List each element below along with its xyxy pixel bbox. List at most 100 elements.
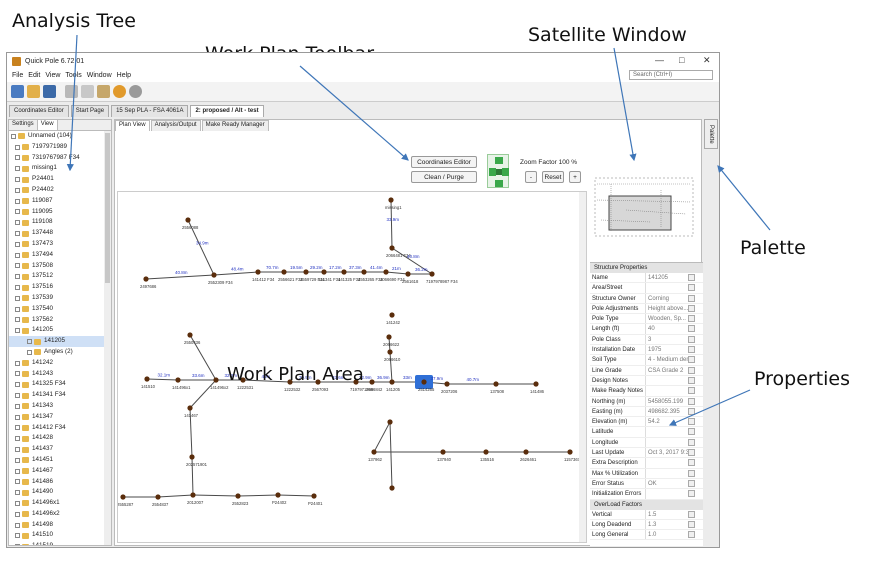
pole-marker[interactable]	[211, 272, 217, 278]
pole-marker[interactable]	[386, 334, 392, 340]
menu-file[interactable]: File	[12, 72, 23, 79]
expand-icon[interactable]	[15, 177, 20, 183]
expand-icon[interactable]	[15, 468, 20, 474]
tree-item[interactable]: 137516	[9, 282, 111, 293]
pole-marker[interactable]	[190, 492, 196, 498]
menu-window[interactable]: Window	[87, 72, 112, 79]
pole-marker[interactable]	[440, 449, 446, 455]
pole-marker[interactable]	[389, 312, 395, 318]
tree-item[interactable]: 141451	[9, 455, 111, 466]
expand-icon[interactable]	[15, 436, 20, 442]
property-row[interactable]: Last Update Oct 3, 2017 9:3...	[590, 448, 703, 459]
expand-icon[interactable]	[15, 317, 20, 323]
tree-item[interactable]: 141412 F34	[9, 423, 111, 434]
new-project-icon[interactable]	[11, 85, 24, 98]
pole-marker[interactable]	[361, 269, 367, 275]
span-line[interactable]	[389, 421, 393, 489]
property-row[interactable]: Pole Class 3	[590, 334, 703, 346]
pole-marker[interactable]	[493, 381, 499, 387]
expand-icon[interactable]	[15, 220, 20, 226]
tree-item[interactable]: 137494	[9, 250, 111, 261]
span-line[interactable]	[277, 494, 315, 497]
structure-properties-header[interactable]: Structure Properties	[590, 263, 703, 273]
property-row[interactable]: Max % Utilization	[590, 468, 703, 479]
pole-marker[interactable]	[144, 376, 150, 382]
property-editor-button[interactable]	[688, 315, 695, 323]
tab-start-page[interactable]: Start Page	[70, 105, 110, 117]
property-row[interactable]: Structure Owner Corning	[590, 293, 703, 304]
expand-icon[interactable]	[15, 285, 20, 291]
tab-coordinates-editor[interactable]: Coordinates Editor	[9, 105, 69, 117]
pole-marker[interactable]	[155, 494, 161, 500]
expand-icon[interactable]	[15, 393, 20, 399]
save-icon[interactable]	[43, 85, 56, 98]
property-editor-button[interactable]	[688, 335, 695, 343]
pole-marker[interactable]	[405, 271, 411, 277]
tree-item[interactable]: 141519	[9, 541, 111, 545]
tree-scroll-thumb[interactable]	[105, 133, 110, 283]
paste-icon[interactable]	[97, 85, 110, 98]
tree-item[interactable]: 141498	[9, 520, 111, 531]
tab-15-sep-pla[interactable]: 15 Sep PLA - FSA 4061A	[111, 105, 189, 117]
tab-make-ready-manager[interactable]: Make Ready Manager	[201, 120, 269, 131]
expand-icon[interactable]	[27, 349, 32, 355]
pole-marker[interactable]	[444, 381, 450, 387]
property-editor-button[interactable]	[688, 520, 695, 528]
property-editor-button[interactable]	[688, 325, 695, 333]
copy-icon[interactable]	[81, 85, 94, 98]
property-value[interactable]: 1975	[645, 345, 688, 355]
zoom-out-button[interactable]: -	[525, 171, 537, 183]
undo-icon[interactable]	[113, 85, 126, 98]
tree-item[interactable]: 7197971989	[9, 142, 111, 153]
collapse-icon[interactable]	[11, 133, 16, 139]
property-row[interactable]: Easting (m) 498682.395	[590, 406, 703, 418]
pole-marker[interactable]	[387, 419, 393, 425]
property-value[interactable]: CSA Grade 2	[645, 365, 688, 375]
tree-item[interactable]: 119108	[9, 217, 111, 228]
property-row[interactable]: Make Ready Notes	[590, 386, 703, 397]
tree-item[interactable]: 141490	[9, 487, 111, 498]
pole-marker[interactable]	[187, 405, 193, 411]
tree-item[interactable]: 141325 F34	[9, 379, 111, 390]
tree-item[interactable]: 141242	[9, 358, 111, 369]
tree-item[interactable]: 137448	[9, 228, 111, 239]
property-row[interactable]: Installation Date 1975	[590, 345, 703, 356]
expand-icon[interactable]	[15, 306, 20, 312]
pole-marker[interactable]	[421, 379, 427, 385]
property-editor-button[interactable]	[688, 284, 695, 292]
menu-tools[interactable]: Tools	[65, 72, 81, 79]
search-input[interactable]: Search (Ctrl+I)	[629, 70, 713, 80]
tree-item[interactable]: 141486	[9, 477, 111, 488]
overload-factors-header[interactable]: OverLoad Factors	[590, 499, 703, 510]
expand-icon[interactable]	[15, 360, 20, 366]
zoom-reset-button[interactable]: Reset	[542, 171, 564, 183]
pole-marker[interactable]	[389, 245, 395, 251]
property-value[interactable]: 1.5	[645, 509, 688, 519]
expand-icon[interactable]	[15, 371, 20, 377]
property-editor-button[interactable]	[688, 490, 695, 498]
property-value[interactable]	[645, 489, 688, 499]
property-value[interactable]: Oct 3, 2017 9:3...	[645, 448, 688, 458]
property-value[interactable]: Height above...	[645, 303, 688, 314]
expand-icon[interactable]	[15, 144, 20, 150]
property-value[interactable]	[645, 437, 688, 448]
property-row[interactable]: Long Deadend 1.3	[590, 519, 703, 531]
property-row[interactable]: Pole Type Wooden, Sp...	[590, 314, 703, 325]
expand-icon[interactable]	[15, 209, 20, 215]
pole-marker[interactable]	[303, 269, 309, 275]
tree-item[interactable]: P24401	[9, 174, 111, 185]
tree-root[interactable]: Unnamed (104)	[9, 131, 111, 142]
pole-marker[interactable]	[321, 269, 327, 275]
span-line[interactable]	[145, 274, 215, 280]
property-value[interactable]	[645, 427, 688, 437]
tree-item[interactable]: 137562	[9, 315, 111, 326]
pole-marker[interactable]	[255, 269, 261, 275]
pole-marker[interactable]	[175, 377, 181, 383]
tree-item[interactable]: 141205	[9, 325, 111, 336]
pole-marker[interactable]	[311, 493, 317, 499]
property-value[interactable]: 498682.395	[645, 406, 688, 417]
property-row[interactable]: Latitude	[590, 427, 703, 438]
pole-marker[interactable]	[369, 379, 375, 385]
property-row[interactable]: Design Notes	[590, 375, 703, 387]
close-icon[interactable]: ✕	[703, 55, 711, 66]
